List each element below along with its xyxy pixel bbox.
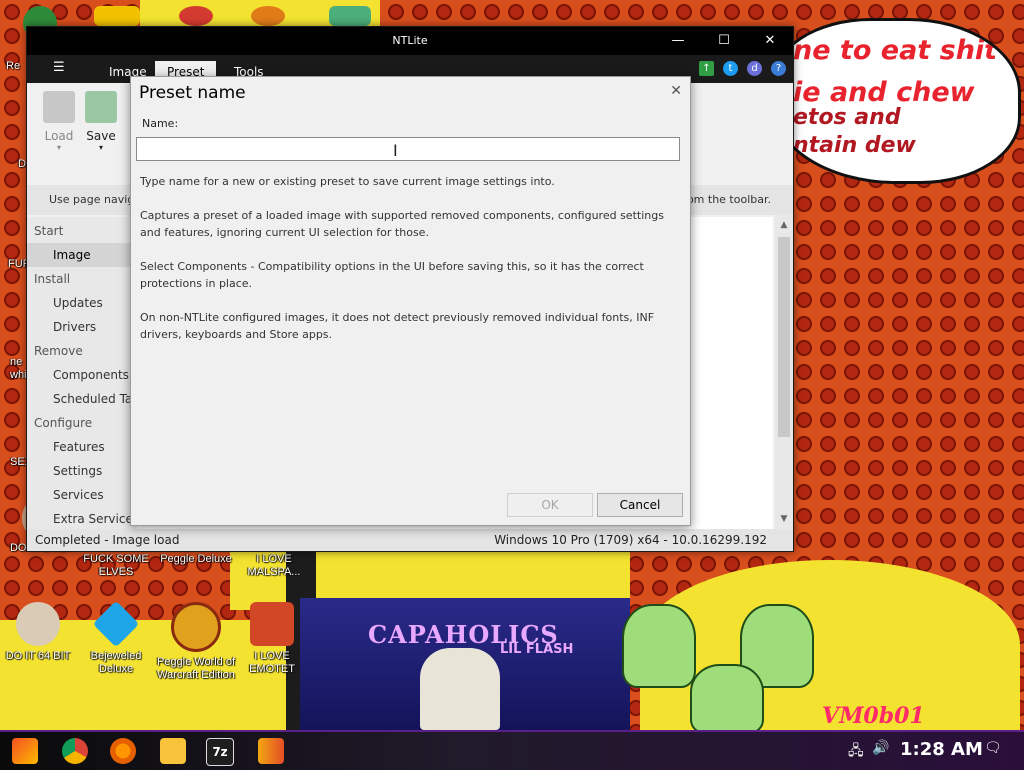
load-button[interactable]: Load ▾ bbox=[39, 91, 79, 152]
character-figure bbox=[690, 664, 764, 730]
close-icon[interactable]: ✕ bbox=[670, 83, 682, 99]
help-icon[interactable]: ? bbox=[771, 61, 786, 76]
dialog-paragraph: Captures a preset of a loaded image with… bbox=[140, 209, 664, 239]
save-icon bbox=[85, 91, 117, 123]
scrollbar-thumb[interactable] bbox=[778, 237, 790, 437]
text-cursor-icon: I bbox=[393, 141, 398, 160]
vertical-scrollbar[interactable]: ▲ ▼ bbox=[775, 215, 793, 529]
load-label: Load bbox=[44, 129, 74, 143]
scroll-down-arrow-icon[interactable]: ▼ bbox=[775, 511, 793, 527]
status-text: Completed - Image load bbox=[35, 533, 180, 547]
gem-icon bbox=[92, 600, 140, 648]
app-icon bbox=[251, 6, 285, 26]
dialog-paragraph: On non-NTLite configured images, it does… bbox=[140, 311, 655, 341]
chrome-icon[interactable] bbox=[62, 738, 88, 764]
app-icon bbox=[94, 6, 140, 26]
dialog-paragraph: Type name for a new or existing preset t… bbox=[140, 175, 555, 188]
bubble-line: ne to eat shit bbox=[793, 35, 998, 66]
desktop-icon-do-it-64[interactable]: DO IT 64 BIT bbox=[0, 602, 80, 663]
bubble-line: ie and chew bbox=[793, 77, 975, 108]
desktop-icon-malspam[interactable]: I LOVE MALSPA... bbox=[232, 553, 316, 579]
desktop-icon-peggle[interactable]: Peggle Deluxe bbox=[154, 553, 238, 566]
load-icon bbox=[43, 91, 75, 123]
desktop-icon-label[interactable]: Re bbox=[6, 60, 28, 73]
nav-item-services[interactable]: Services bbox=[27, 483, 104, 507]
desktop-icon-label: I LOVE MALSPA... bbox=[247, 553, 301, 578]
cancel-button[interactable]: Cancel bbox=[597, 493, 683, 517]
nav-item-extra-services[interactable]: Extra Service bbox=[27, 507, 133, 531]
firefox-icon[interactable] bbox=[110, 738, 136, 764]
title-bar[interactable]: NTLite — ☐ ✕ bbox=[27, 27, 793, 55]
nav-item-drivers[interactable]: Drivers bbox=[27, 315, 96, 339]
bubble-line: ntain dew bbox=[793, 133, 916, 158]
hint-text-left: Use page navig bbox=[49, 193, 135, 206]
desktop-icon-label: FUCK SOME ELVES bbox=[83, 553, 149, 578]
twitter-icon[interactable]: t bbox=[723, 61, 738, 76]
7zip-icon[interactable]: 7z bbox=[206, 738, 234, 766]
album-art: CAPAHOLICS LIL FLASH bbox=[300, 598, 630, 730]
clock[interactable]: 1:28 AM bbox=[900, 739, 983, 760]
nav-item-settings[interactable]: Settings bbox=[27, 459, 102, 483]
chevron-down-icon: ▾ bbox=[56, 143, 61, 152]
nav-group-start[interactable]: Start bbox=[27, 219, 137, 243]
side-navigation: Start Image Install Updates Drivers Remo… bbox=[27, 217, 139, 531]
album-subtitle: LIL FLASH bbox=[500, 642, 574, 657]
portrait-icon bbox=[16, 602, 60, 646]
album-figure bbox=[420, 648, 500, 730]
nav-item-features[interactable]: Features bbox=[27, 435, 105, 459]
nav-group-remove[interactable]: Remove bbox=[27, 339, 83, 363]
nav-item-components[interactable]: Components bbox=[27, 363, 129, 387]
character-figure bbox=[622, 604, 696, 688]
watermark-text: VM0b01 bbox=[822, 703, 925, 729]
preset-name-input[interactable] bbox=[136, 137, 680, 161]
scroll-up-arrow-icon[interactable]: ▲ bbox=[775, 217, 793, 233]
ntlite-icon[interactable] bbox=[258, 738, 284, 764]
save-label: Save bbox=[86, 129, 116, 143]
ok-button[interactable]: OK bbox=[507, 493, 593, 517]
desktop-icon-label: Bejeweled Deluxe bbox=[90, 650, 142, 675]
minimize-button[interactable]: — bbox=[655, 27, 701, 55]
nav-group-configure[interactable]: Configure bbox=[27, 411, 92, 435]
update-arrow-icon[interactable]: ↑ bbox=[699, 61, 714, 76]
discord-icon[interactable]: d bbox=[747, 61, 762, 76]
desktop-icon-elves[interactable]: FUCK SOME ELVES bbox=[74, 553, 158, 579]
desktop-icon-bejeweled[interactable]: Bejeweled Deluxe bbox=[74, 600, 158, 676]
app-icon bbox=[179, 6, 213, 26]
status-bar: Completed - Image load Windows 10 Pro (1… bbox=[27, 529, 793, 551]
start-icon[interactable] bbox=[12, 738, 38, 764]
os-version-text: Windows 10 Pro (1709) x64 - 10.0.16299.1… bbox=[494, 533, 767, 547]
powerpoint-icon bbox=[250, 602, 294, 646]
dialog-paragraph: Select Components - Compatibility option… bbox=[140, 260, 644, 290]
network-icon[interactable]: 🖧 bbox=[848, 740, 864, 764]
nav-item-updates[interactable]: Updates bbox=[27, 291, 103, 315]
desktop-icon-label[interactable]: FUR bbox=[8, 258, 31, 271]
app-icon bbox=[329, 6, 371, 26]
volume-icon[interactable]: 🔊 bbox=[872, 740, 889, 756]
name-label: Name: bbox=[142, 117, 179, 130]
desktop-icon-label: Peggle World of Warcraft Edition bbox=[156, 656, 236, 681]
save-button[interactable]: Save ▾ bbox=[81, 91, 121, 152]
notification-icon[interactable]: 🗨 bbox=[984, 740, 1002, 756]
speech-bubble: ne to eat shit ie and chew etos and ntai… bbox=[770, 18, 1021, 184]
desktop-icon-peggle-wow[interactable]: Peggle World of Warcraft Edition bbox=[154, 602, 238, 682]
desktop-icon-label: DO IT 64 BIT bbox=[5, 650, 71, 662]
bubble-line: etos and bbox=[793, 105, 901, 130]
maximize-button[interactable]: ☐ bbox=[701, 27, 747, 55]
nav-group-install[interactable]: Install bbox=[27, 267, 70, 291]
dialog-title: Preset name bbox=[139, 83, 246, 103]
preset-name-dialog: Preset name ✕ Name: I Type name for a ne… bbox=[130, 76, 691, 526]
taskbar: 7z 🖧 🔊 1:28 AM 🗨 bbox=[0, 730, 1024, 770]
hint-text-right: om the toolbar. bbox=[686, 193, 771, 206]
file-explorer-icon[interactable] bbox=[160, 738, 186, 764]
nav-item-scheduled-tasks[interactable]: Scheduled Tas bbox=[27, 387, 139, 411]
nav-item-image[interactable]: Image bbox=[27, 243, 137, 267]
chevron-down-icon: ▾ bbox=[98, 143, 103, 152]
peggle-icon bbox=[171, 602, 221, 652]
hamburger-menu-icon[interactable]: ☰ bbox=[53, 60, 65, 75]
desktop-icon-label: Peggle Deluxe bbox=[160, 553, 232, 565]
close-button[interactable]: ✕ bbox=[747, 27, 793, 55]
